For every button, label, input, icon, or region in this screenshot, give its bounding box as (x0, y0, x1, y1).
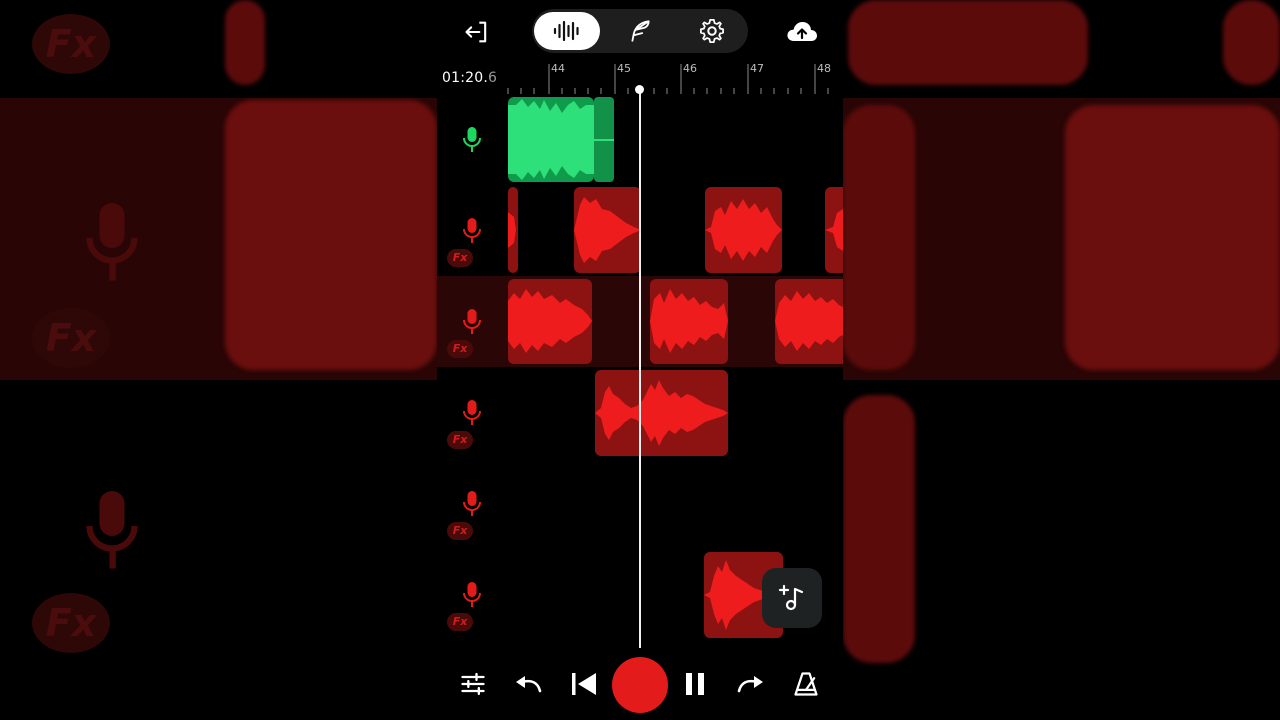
audio-clip[interactable] (775, 279, 843, 364)
mic-icon[interactable] (462, 581, 482, 609)
bg-clip (225, 100, 437, 370)
phone-app: 01:20.6 44 45 46 47 48 Fx Fx Fx Fx Fx (437, 0, 843, 720)
clip-waveform (508, 212, 516, 248)
clip-trim-handle[interactable] (594, 97, 614, 182)
bg-clip (848, 0, 1088, 85)
playhead[interactable] (639, 88, 641, 648)
redo-button[interactable] (735, 668, 767, 700)
audio-clip[interactable] (508, 97, 594, 182)
upload-button[interactable] (785, 16, 819, 48)
clip-waveform (650, 289, 728, 353)
mixer-sliders-icon (461, 672, 485, 696)
clip-waveform (825, 209, 843, 251)
skip-to-start-icon (572, 673, 596, 695)
clip-waveform (508, 289, 592, 353)
audio-clip[interactable] (574, 187, 641, 273)
audio-clip[interactable] (508, 187, 518, 273)
cloud-upload-icon (787, 22, 817, 41)
bg-mic-icon (86, 491, 138, 569)
bg-fx-badge: Fx (32, 308, 110, 368)
track-controls: Fx (437, 276, 507, 367)
mic-icon[interactable] (462, 490, 482, 518)
audio-clip[interactable] (508, 279, 592, 364)
clip-waveform (705, 199, 782, 261)
undo-button[interactable] (512, 668, 544, 700)
mic-icon[interactable] (462, 126, 482, 154)
clip-waveform (775, 291, 843, 351)
mic-icon[interactable] (462, 399, 482, 427)
audio-clip[interactable] (705, 187, 782, 273)
feather-icon (631, 20, 650, 42)
redo-icon (737, 676, 763, 693)
view-mode-segmented-control (532, 9, 748, 53)
track-controls: Fx (437, 367, 507, 458)
add-music-icon (778, 584, 804, 611)
fx-button[interactable]: Fx (447, 522, 473, 540)
playhead-handle[interactable] (635, 85, 644, 94)
tab-feather[interactable] (608, 12, 672, 50)
track-controls: Fx (437, 549, 507, 640)
track-controls: Fx (437, 185, 507, 276)
exit-button[interactable] (461, 16, 493, 48)
bg-mic-icon (86, 203, 138, 281)
top-toolbar (437, 0, 843, 64)
audio-clip[interactable] (650, 279, 728, 364)
record-button[interactable] (612, 657, 668, 713)
track-controls: Fx (437, 458, 507, 549)
pause-button[interactable] (679, 668, 711, 700)
bg-fx-badge: Fx (32, 14, 110, 74)
tab-settings[interactable] (680, 12, 744, 50)
bg-clip (1065, 105, 1280, 370)
fx-button[interactable]: Fx (447, 340, 473, 358)
waveform-icon (553, 20, 579, 42)
fx-button[interactable]: Fx (447, 613, 473, 631)
mixer-button[interactable] (457, 668, 489, 700)
skip-to-start-button[interactable] (567, 668, 601, 700)
mic-icon[interactable] (462, 217, 482, 245)
audio-clip[interactable] (595, 370, 728, 456)
clip-waveform (595, 380, 728, 446)
fx-button[interactable]: Fx (447, 249, 473, 267)
audio-clip[interactable] (825, 187, 843, 273)
blurred-background-right (843, 0, 1280, 720)
clip-waveform (574, 197, 641, 263)
exit-icon (465, 21, 487, 43)
metronome-button[interactable] (790, 668, 822, 700)
bg-fx-badge: Fx (32, 593, 110, 653)
blurred-background-left: Fx Fx Fx (0, 0, 437, 720)
tab-waveform[interactable] (534, 12, 600, 50)
gear-icon (700, 19, 724, 43)
transport-bar (437, 652, 843, 720)
undo-icon (516, 676, 542, 693)
track-controls (437, 94, 507, 185)
add-music-button[interactable] (762, 568, 822, 628)
metronome-icon (794, 672, 818, 696)
pause-icon (686, 673, 704, 695)
mic-icon[interactable] (462, 308, 482, 336)
clip-waveform (508, 99, 594, 180)
fx-button[interactable]: Fx (447, 431, 473, 449)
